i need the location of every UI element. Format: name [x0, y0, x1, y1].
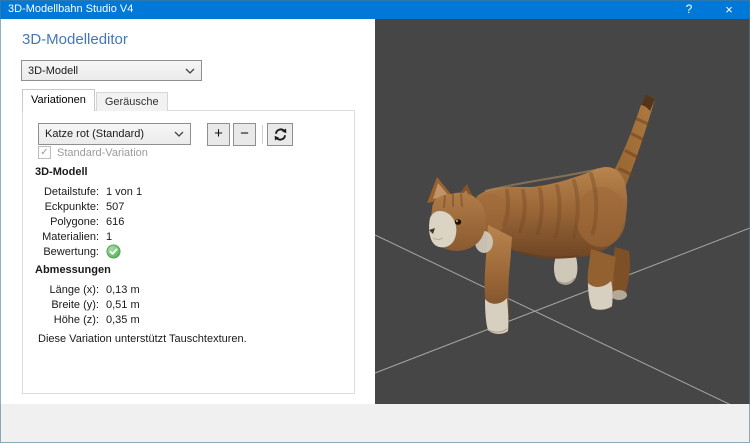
cat-model: [427, 94, 655, 335]
remove-variation-button[interactable]: −: [233, 123, 256, 146]
window-title: 3D-Modellbahn Studio V4: [8, 3, 134, 15]
help-icon: ?: [685, 2, 693, 16]
model-info-list: Detailstufe: 1 von 1 Eckpunkte: 507 Poly…: [38, 184, 142, 259]
tab-geraeusche[interactable]: Geräusche: [95, 92, 168, 111]
plus-icon: +: [214, 125, 223, 142]
dimensions-list: Länge (x): 0,13 m Breite (y): 0,51 m Höh…: [38, 282, 140, 327]
info-row-bewertung: Bewertung:: [38, 244, 142, 259]
info-row-detailstufe: Detailstufe: 1 von 1: [43, 185, 143, 198]
chevron-down-icon: [174, 131, 184, 137]
model-type-dropdown-value: 3D-Modell: [28, 64, 79, 77]
checkbox-check-icon: ✓: [38, 146, 51, 159]
titlebar[interactable]: 3D-Modellbahn Studio V4 ? ×: [0, 0, 750, 19]
close-button[interactable]: ×: [712, 0, 746, 19]
dialog-window: 3D-Modellbahn Studio V4 ? × 3D-Modelledi…: [0, 0, 750, 443]
variation-dropdown-value: Katze rot (Standard): [45, 128, 145, 140]
info-row-polygone: Polygone: 616: [50, 215, 125, 228]
variation-note: Diese Variation unterstützt Tauschtextur…: [38, 333, 247, 345]
add-variation-button[interactable]: +: [207, 123, 230, 146]
model-section-heading: 3D-Modell: [35, 166, 88, 178]
tab-bar: Variationen Geräusche: [22, 89, 168, 111]
dim-row-laenge: Länge (x): 0,13 m: [49, 283, 140, 296]
toolbar-separator: [262, 125, 263, 144]
3d-viewport[interactable]: [375, 19, 750, 404]
help-button[interactable]: ?: [672, 0, 706, 19]
variation-dropdown[interactable]: Katze rot (Standard): [38, 123, 191, 145]
dim-row-breite: Breite (y): 0,51 m: [51, 298, 140, 311]
footer-bar: Speichern Abbrechen: [0, 404, 750, 443]
minus-icon: −: [240, 125, 249, 142]
info-row-materialien: Materialien: 1: [42, 230, 113, 243]
refresh-icon: [273, 127, 288, 142]
dim-row-hoehe: Höhe (z): 0,35 m: [53, 313, 140, 326]
tab-variationen[interactable]: Variationen: [22, 89, 95, 111]
rating-ok-icon: [106, 244, 121, 259]
model-type-dropdown[interactable]: 3D-Modell: [21, 60, 202, 81]
reload-variation-button[interactable]: [267, 123, 293, 146]
standard-variation-checkbox[interactable]: ✓ Standard-Variation: [38, 146, 148, 159]
dimensions-section-heading: Abmessungen: [35, 264, 111, 276]
close-icon: ×: [725, 2, 733, 17]
page-title: 3D-Modelleditor: [22, 31, 128, 48]
standard-variation-label: Standard-Variation: [57, 146, 148, 159]
chevron-down-icon: [185, 68, 195, 74]
info-row-eckpunkte: Eckpunkte: 507: [44, 200, 125, 213]
